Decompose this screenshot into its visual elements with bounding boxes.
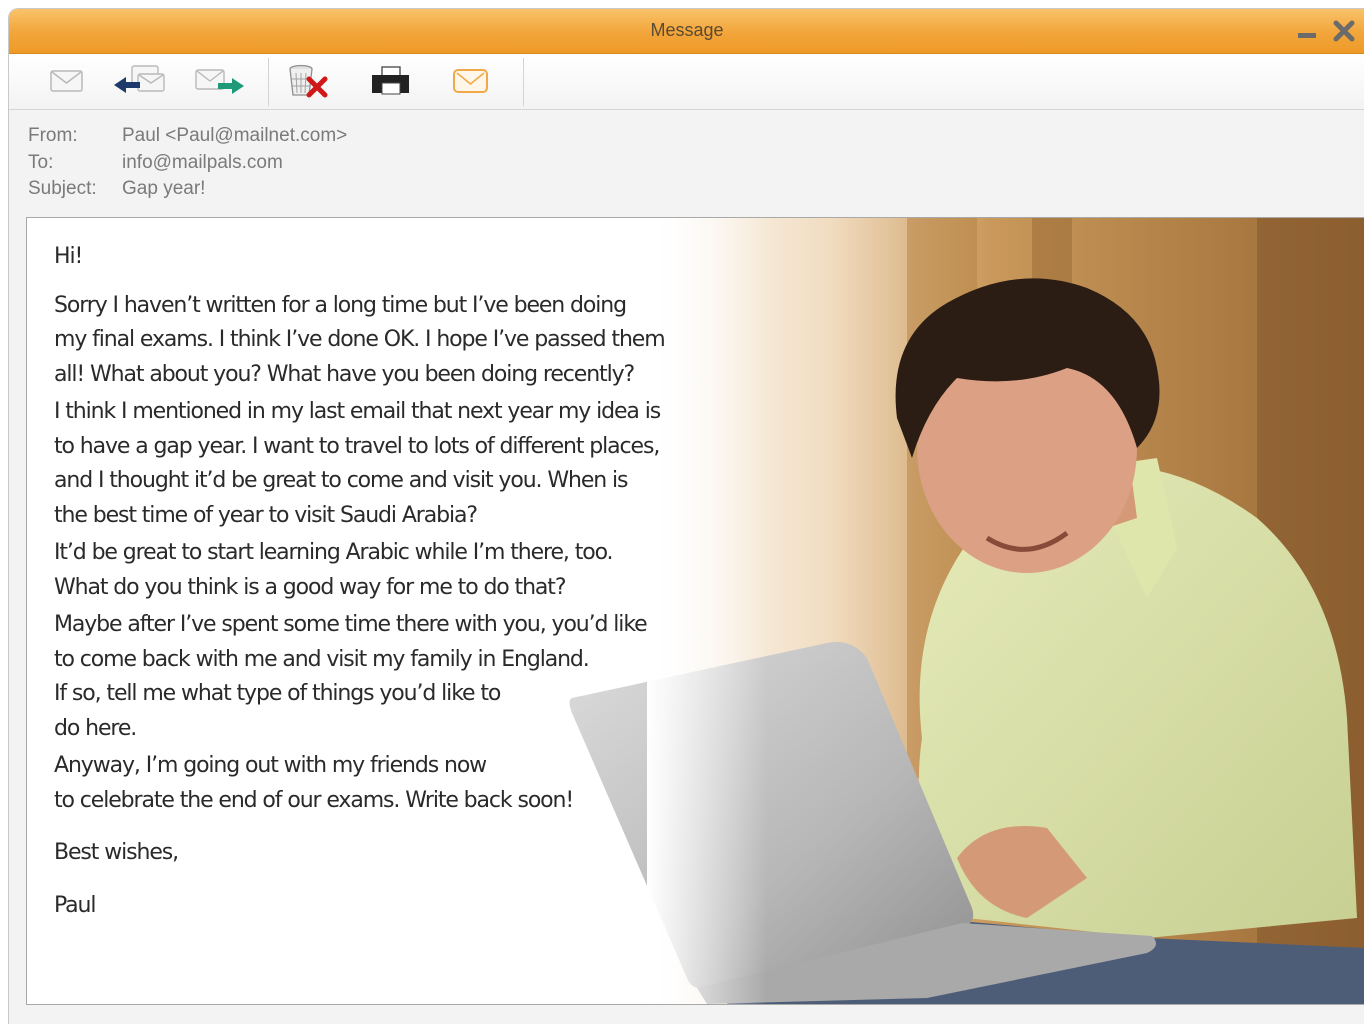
- subject-value: Gap year!: [122, 178, 206, 199]
- toolbar-separator: [268, 58, 269, 106]
- line: It’d be great to start learning Arabic w…: [54, 540, 614, 565]
- envelope-icon: [50, 70, 83, 92]
- paragraph: It’d be great to start learning Arabic w…: [54, 536, 714, 605]
- line: to come back with me and visit my family…: [54, 646, 590, 672]
- orange-envelope-icon: [453, 69, 488, 93]
- new-message-button[interactable]: [47, 64, 87, 98]
- message-body[interactable]: Hi! Sorry I haven’t written for a long t…: [26, 217, 1364, 1005]
- from-value[interactable]: Paul <Paul@mailnet.com>: [122, 123, 347, 150]
- reply-button[interactable]: [112, 64, 172, 98]
- subject-label: Subject:: [28, 178, 97, 199]
- message-window: Message From: Paul <Paul@mailnet.com> To…: [8, 8, 1364, 1024]
- minimize-icon: [1298, 33, 1316, 38]
- paragraph: Sorry I haven’t written for a long time …: [54, 289, 714, 393]
- line: my final exams. I think I’ve done OK. I …: [54, 327, 666, 352]
- window-title: Message: [650, 20, 724, 40]
- line: do here.: [54, 715, 137, 741]
- forward-button[interactable]: [194, 64, 246, 98]
- close-button[interactable]: [1330, 17, 1358, 45]
- line: Sorry I haven’t written for a long time …: [54, 292, 627, 318]
- paragraph: Anyway, I’m going out with my friends no…: [54, 749, 714, 818]
- close-icon: [1333, 20, 1355, 42]
- toolbar-separator-end: [523, 58, 524, 106]
- message-header: From: Paul <Paul@mailnet.com> To: info@m…: [28, 123, 347, 203]
- delete-button[interactable]: [285, 64, 333, 98]
- title-bar[interactable]: Message: [9, 9, 1364, 54]
- forward-icon: [195, 69, 244, 94]
- to-value[interactable]: info@mailpals.com: [122, 150, 283, 177]
- minimize-button[interactable]: [1293, 17, 1321, 45]
- printer-icon: [372, 66, 409, 95]
- line: to have a gap year. I want to travel to …: [54, 433, 660, 459]
- reply-icon: [114, 65, 165, 93]
- signature: Paul: [54, 892, 97, 918]
- to-label: To:: [28, 151, 54, 173]
- trash-delete-icon: [289, 64, 328, 98]
- from-label: From:: [28, 125, 78, 146]
- line: What do you think is a good way for me t…: [54, 574, 567, 600]
- signoff: Best wishes,: [54, 840, 179, 865]
- line: If so, tell me what type of things you’d…: [54, 681, 501, 706]
- toolbar: [9, 54, 1364, 110]
- mark-button[interactable]: [451, 64, 491, 98]
- line: Anyway, I’m going out with my friends no…: [54, 753, 487, 778]
- paragraph: Maybe after I’ve spent some time there w…: [54, 608, 714, 746]
- line: to celebrate the end of our exams. Write…: [54, 787, 574, 813]
- paragraph: I think I mentioned in my last email tha…: [54, 395, 714, 533]
- line: I think I mentioned in my last email tha…: [54, 399, 661, 424]
- greeting: Hi!: [54, 244, 83, 269]
- print-button[interactable]: [369, 64, 409, 98]
- line: and I thought it’d be great to come and …: [54, 468, 628, 493]
- line: Maybe after I’ve spent some time there w…: [54, 612, 648, 637]
- line: all! What about you? What have you been …: [54, 361, 635, 387]
- message-text: Hi! Sorry I haven’t written for a long t…: [54, 240, 714, 926]
- line: the best time of year to visit Saudi Ara…: [54, 502, 478, 528]
